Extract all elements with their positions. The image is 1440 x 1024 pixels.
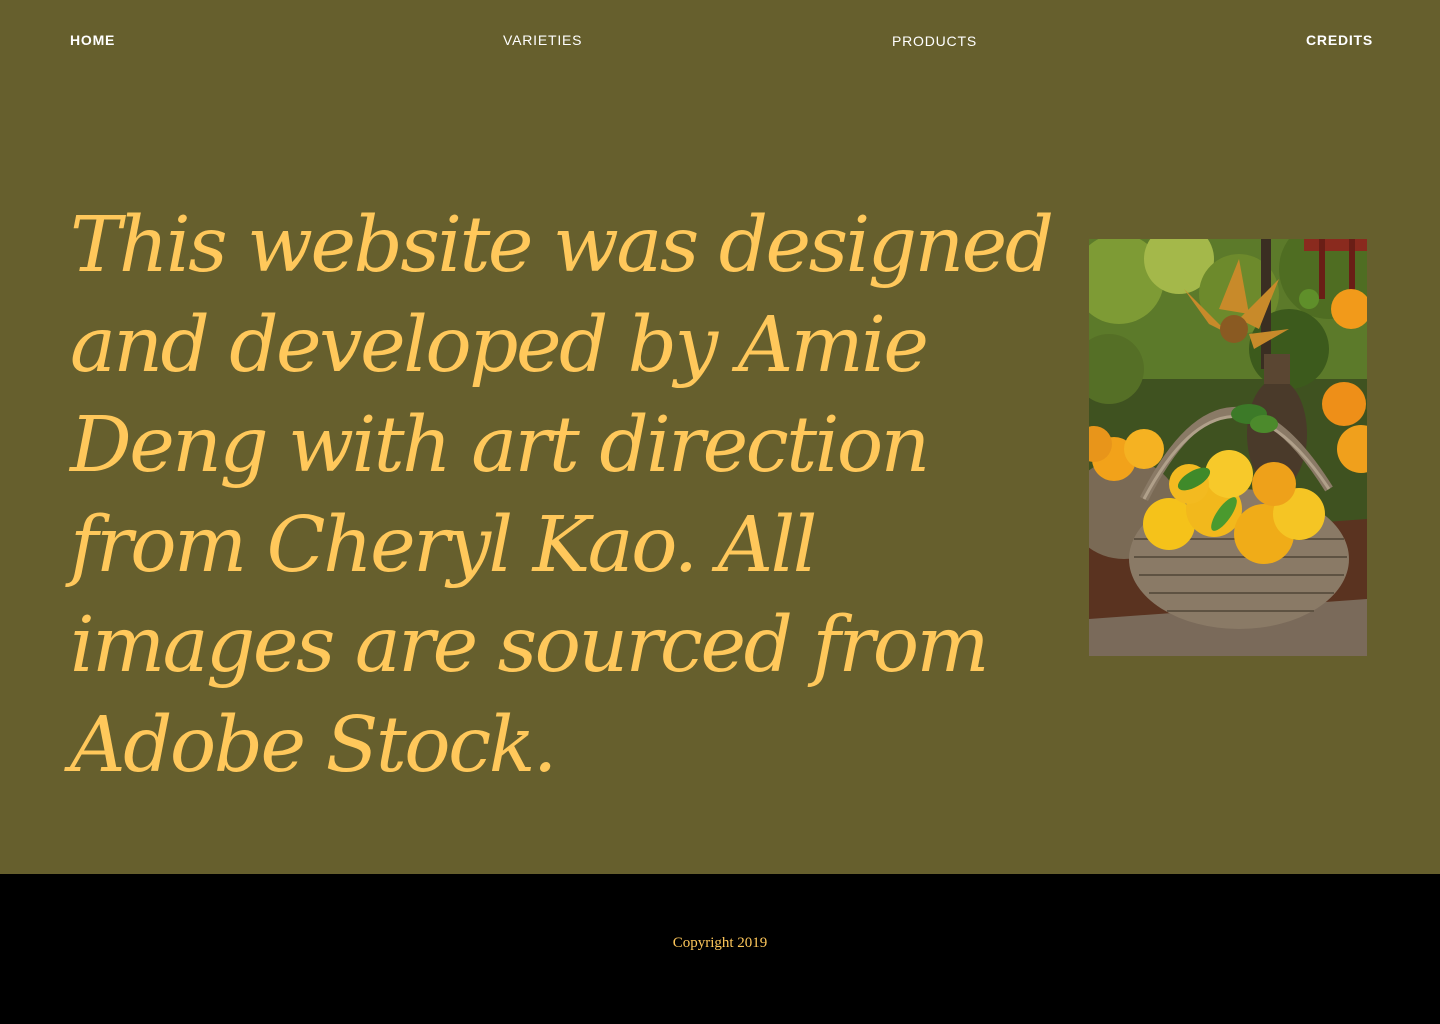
nav-link-credits[interactable]: CREDITS	[1306, 32, 1373, 48]
copyright-text: Copyright 2019	[672, 935, 768, 951]
nav-link-varieties[interactable]: VARIETIES	[503, 32, 582, 48]
site-footer: Copyright 2019	[0, 874, 1440, 1024]
fruit-basket-photo	[1089, 239, 1367, 656]
nav-link-home[interactable]: HOME	[70, 32, 115, 48]
credits-statement: This website was designed and developed …	[70, 201, 1054, 790]
nav-link-products[interactable]: PRODUCTS	[892, 33, 977, 49]
main-nav: HOME VARIETIES PRODUCTS CREDITS	[0, 0, 1440, 90]
